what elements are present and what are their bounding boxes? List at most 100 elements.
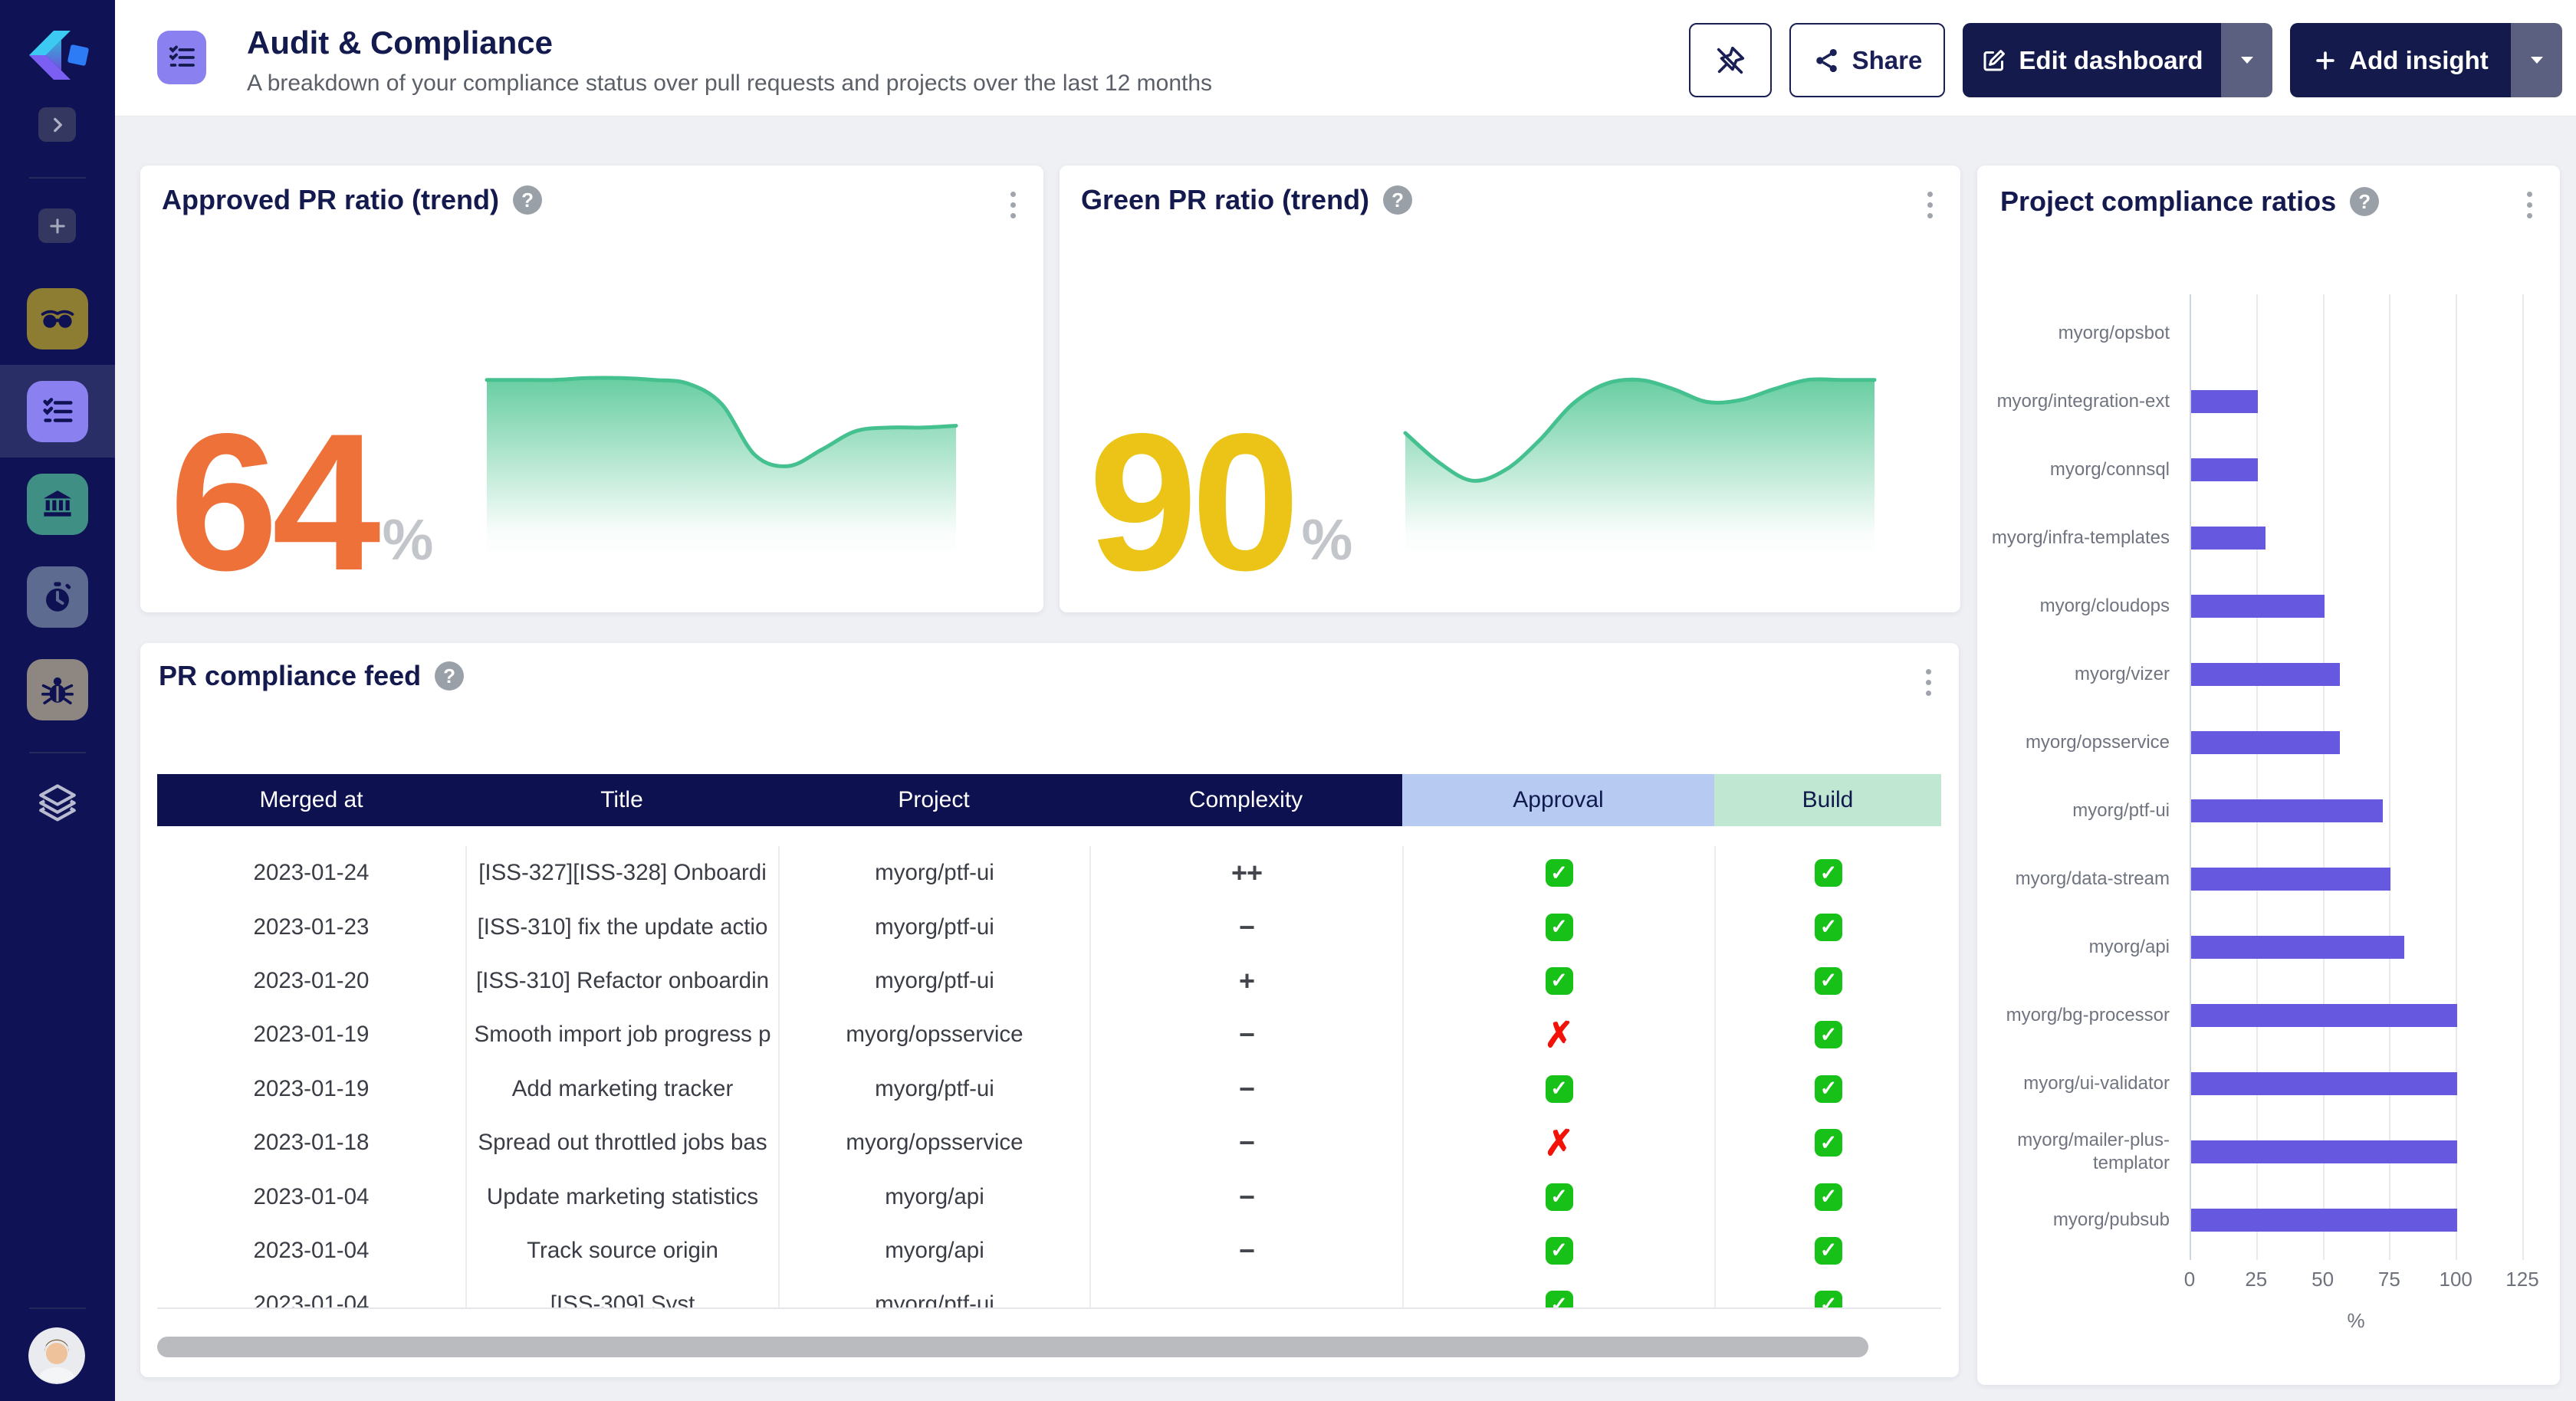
- bar-myorg/bg-processor[interactable]: [2191, 1004, 2457, 1027]
- pr-compliance-feed-card: PR compliance feed ? Merged atTitleProje…: [140, 643, 1959, 1377]
- unpin-button[interactable]: [1689, 23, 1772, 97]
- cell-merged-at: 2023-01-24: [157, 846, 465, 900]
- bar-label: myorg/vizer: [1977, 640, 2180, 708]
- bar-myorg/pubsub[interactable]: [2191, 1209, 2457, 1232]
- sidebar-item-governance[interactable]: [0, 458, 115, 550]
- cell-build: ✓: [1714, 1062, 1941, 1116]
- avatar-photo: [28, 1327, 85, 1384]
- sidebar-divider: [29, 752, 86, 753]
- chevron-down-icon: [2528, 54, 2546, 67]
- table-row[interactable]: 2023-01-04Track source originmyorg/api−✓…: [157, 1224, 1941, 1278]
- help-icon[interactable]: ?: [1383, 185, 1412, 215]
- card-title: Approved PR ratio (trend) ?: [162, 184, 542, 216]
- metric-unit: %: [383, 507, 434, 573]
- bug-icon: [27, 659, 88, 720]
- bar-myorg/integration-ext[interactable]: [2191, 390, 2258, 413]
- table-row[interactable]: 2023-01-20[ISS-310] Refactor onboardinmy…: [157, 954, 1941, 1008]
- add-insight-caret[interactable]: [2511, 23, 2562, 97]
- kebab-menu-icon[interactable]: [1923, 187, 1937, 223]
- help-icon[interactable]: ?: [2350, 187, 2379, 216]
- trend-sparkline-chart: [1402, 363, 1878, 559]
- cell-build: ✓: [1714, 1170, 1941, 1223]
- cell-project: myorg/api: [778, 1170, 1089, 1223]
- sidebar-divider: [29, 1307, 86, 1309]
- cell-complexity: +: [1089, 954, 1402, 1008]
- table-row[interactable]: 2023-01-23[ISS-310] fix the update actio…: [157, 900, 1941, 953]
- bar-myorg/vizer[interactable]: [2191, 663, 2340, 686]
- x-axis-tick: 125: [2505, 1268, 2538, 1291]
- bar-label: myorg/ui-validator: [1977, 1049, 2180, 1117]
- table-row[interactable]: 2023-01-24[ISS-327][ISS-328] Onboardimyo…: [157, 846, 1941, 900]
- cell-title: [ISS-327][ISS-328] Onboardi: [465, 846, 778, 900]
- sidebar-item-audit-checklist[interactable]: [0, 365, 115, 458]
- sidebar-item-review[interactable]: [0, 272, 115, 365]
- x-axis-tick: 100: [2439, 1268, 2472, 1291]
- cell-complexity: ++: [1089, 846, 1402, 900]
- cell-merged-at: 2023-01-19: [157, 1008, 465, 1061]
- sidebar-item-layers[interactable]: [34, 779, 80, 825]
- cell-build: ✓: [1714, 1116, 1941, 1170]
- cell-complexity: −: [1089, 1224, 1402, 1278]
- layers-icon: [35, 779, 80, 824]
- help-icon[interactable]: ?: [513, 185, 542, 215]
- bar-myorg/ui-validator[interactable]: [2191, 1072, 2457, 1095]
- cell-title: Spread out throttled jobs bas: [465, 1116, 778, 1170]
- app-logo-icon[interactable]: [21, 26, 92, 88]
- check-pass-icon: ✓: [1815, 859, 1842, 887]
- cell-merged-at: 2023-01-04: [157, 1278, 465, 1309]
- bar-myorg/data-stream[interactable]: [2191, 868, 2390, 891]
- bar-myorg/infra-templates[interactable]: [2191, 527, 2266, 550]
- approved-pr-ratio-card: Approved PR ratio (trend) ? 64 %: [140, 166, 1043, 612]
- column-header-complexity: Complexity: [1089, 774, 1402, 826]
- table-row[interactable]: 2023-01-19Smooth import job progress pmy…: [157, 1008, 1941, 1061]
- column-header-merged-at: Merged at: [157, 774, 465, 826]
- table-row[interactable]: 2023-01-19Add marketing trackermyorg/ptf…: [157, 1062, 1941, 1116]
- bar-myorg/cloudops[interactable]: [2191, 595, 2325, 618]
- check-pass-icon: ✓: [1815, 914, 1842, 941]
- projects-chart: 0255075100125myorg/opsbotmyorg/integrati…: [1977, 299, 2560, 1353]
- bar-myorg/ptf-ui[interactable]: [2191, 799, 2383, 822]
- cell-project: myorg/ptf-ui: [778, 846, 1089, 900]
- check-pass-icon: ✓: [1546, 967, 1573, 995]
- green-pr-ratio-card: Green PR ratio (trend) ? 90 %: [1060, 166, 1960, 612]
- check-pass-icon: ✓: [1815, 1129, 1842, 1157]
- sidebar-item-bugs[interactable]: [0, 643, 115, 736]
- kebab-menu-icon[interactable]: [1921, 664, 1936, 700]
- bar-label: myorg/cloudops: [1977, 572, 2180, 640]
- table-row[interactable]: 2023-01-04[ISS-309] Systmyorg/ptf-ui✓✓: [157, 1278, 1941, 1309]
- cell-title: [ISS-309] Syst: [465, 1278, 778, 1309]
- table-row[interactable]: 2023-01-18Spread out throttled jobs basm…: [157, 1116, 1941, 1170]
- chart-gridline: [2323, 294, 2325, 1260]
- check-pass-icon: ✓: [1815, 1291, 1842, 1309]
- horizontal-scrollbar[interactable]: [157, 1337, 1868, 1357]
- cell-title: Smooth import job progress p: [465, 1008, 778, 1061]
- edit-dashboard-caret[interactable]: [2221, 23, 2272, 97]
- card-title: PR compliance feed ?: [159, 660, 464, 692]
- kebab-menu-icon[interactable]: [1006, 187, 1020, 223]
- sidebar-collapse-button[interactable]: [38, 107, 76, 142]
- bar-myorg/connsql[interactable]: [2191, 458, 2258, 481]
- sidebar-item-timers[interactable]: [0, 550, 115, 643]
- cell-complexity: −: [1089, 1170, 1402, 1223]
- sidebar-tools: [0, 272, 115, 736]
- checklist-icon: [166, 42, 197, 73]
- bar-label: myorg/opsbot: [1977, 299, 2180, 367]
- share-button[interactable]: Share: [1789, 23, 1945, 97]
- kebab-menu-icon[interactable]: [2522, 187, 2537, 223]
- bar-myorg/api[interactable]: [2191, 936, 2404, 959]
- edit-dashboard-label: Edit dashboard: [2019, 46, 2203, 75]
- help-icon[interactable]: ?: [435, 661, 464, 691]
- glasses-icon: [27, 288, 88, 349]
- add-insight-button[interactable]: Add insight: [2290, 23, 2562, 97]
- add-dashboard-button[interactable]: [38, 208, 76, 243]
- check-pass-icon: ✓: [1546, 1075, 1573, 1103]
- chart-gridline: [2190, 294, 2191, 1260]
- column-header-project: Project: [778, 774, 1089, 826]
- bar-myorg/opsservice[interactable]: [2191, 731, 2340, 754]
- user-avatar[interactable]: [28, 1327, 85, 1384]
- edit-icon: [1980, 47, 2008, 74]
- bar-myorg/mailer-plus-templator[interactable]: [2191, 1140, 2457, 1163]
- metric-unit: %: [1302, 507, 1353, 573]
- table-row[interactable]: 2023-01-04Update marketing statisticsmyo…: [157, 1170, 1941, 1223]
- edit-dashboard-button[interactable]: Edit dashboard: [1963, 23, 2272, 97]
